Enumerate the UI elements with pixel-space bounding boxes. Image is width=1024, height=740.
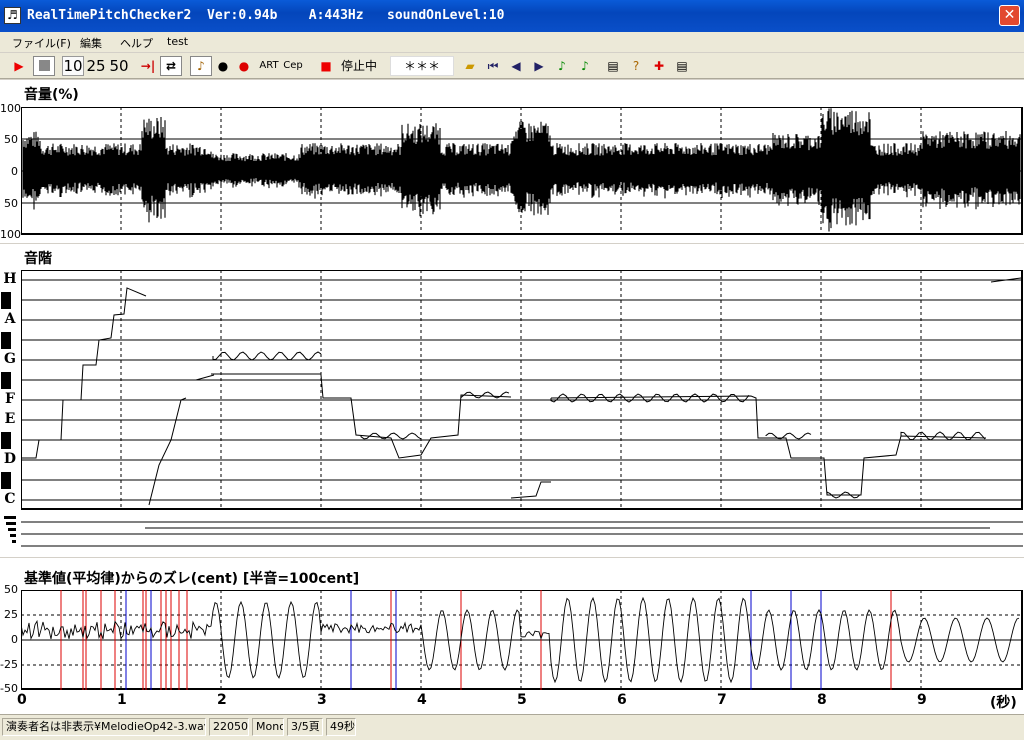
note-label: C (4, 491, 16, 507)
time-tick-label: 7 (717, 692, 727, 708)
time-tick-label: 9 (917, 692, 927, 708)
scale-panel: 音階 H A G F E D C (0, 244, 1024, 557)
art-button[interactable]: ART (258, 56, 280, 76)
menu-edit[interactable]: 編集 (80, 35, 102, 51)
strip-tick (12, 540, 16, 543)
time-tick-label: 5 (517, 692, 527, 708)
player-red-icon[interactable]: ● (234, 56, 254, 76)
status-file: 演奏者名は非表示¥MelodieOp42-3.wav (2, 718, 206, 736)
strip-tick (6, 522, 16, 525)
pitch-trace-plot (21, 270, 1023, 510)
stop-square-icon[interactable] (33, 56, 55, 76)
cent-y-label: -25 (0, 658, 18, 671)
status-sample-rate: 22050 (209, 718, 249, 736)
cent-y-label: 0 (11, 633, 18, 646)
note-label: D (3, 451, 17, 467)
volume-waveform-plot (21, 107, 1023, 235)
player-black-icon[interactable]: ● (213, 56, 233, 76)
menu-test[interactable]: test (167, 35, 188, 48)
time-tick-label: 8 (817, 692, 827, 708)
open-folder-icon[interactable]: ▰ (460, 56, 480, 76)
note-label: H (3, 271, 17, 287)
menu-help[interactable]: ヘルプ (120, 35, 153, 51)
black-key (1, 432, 11, 449)
black-key (1, 332, 11, 349)
cent-y-label: 25 (4, 608, 18, 621)
strip-tick (10, 534, 16, 537)
marker-icon[interactable]: ✚ (649, 56, 669, 76)
violin-icon[interactable]: ♪ (190, 56, 212, 76)
status-stopped-label: 停止中 (340, 59, 377, 73)
menu-bar: ファイル(F) 編集 ヘルプ test (0, 32, 1024, 52)
status-bar: 演奏者名は非表示¥MelodieOp42-3.wav 22050 Mono 3/… (0, 714, 1024, 740)
help-icon[interactable]: ? (626, 56, 646, 76)
jump-to-end-icon[interactable]: →| (137, 56, 159, 76)
black-key (1, 372, 11, 389)
record-stop-icon[interactable]: ■ (316, 56, 336, 76)
toolbar: ▶ 10 25 50 →| ⇄ ♪ ● ● ART Cep ■ 停止中 ＊＊＊ … (0, 53, 1024, 79)
note-label: A (4, 311, 16, 327)
time-axis: 0 1 2 3 4 5 6 7 8 9 (秒) (0, 692, 1024, 712)
volume-y-label: 0 (11, 165, 18, 178)
status-page: 3/5頁 (287, 718, 323, 736)
skip-start-icon[interactable]: ⏮ (483, 56, 503, 76)
step-back-icon[interactable]: ◀ (506, 56, 526, 76)
title-bar: ♬ RealTimePitchChecker2 Ver:0.94b A:443H… (0, 0, 1024, 32)
time-tick-label: 0 (17, 692, 27, 708)
strip-tick (4, 516, 16, 519)
volume-y-label: 50 (4, 197, 18, 210)
menu-file[interactable]: ファイル(F) (12, 35, 71, 51)
note-green-icon[interactable]: ♪ (552, 56, 572, 76)
play-icon[interactable]: ▶ (8, 56, 30, 76)
zoom-10-button[interactable]: 10 (62, 56, 84, 76)
strip-tick (8, 528, 16, 531)
cep-button[interactable]: Cep (282, 56, 304, 76)
time-tick-label: 4 (417, 692, 427, 708)
status-channels: Mono (252, 718, 284, 736)
cent-y-label: 50 (4, 583, 18, 596)
cent-deviation-plot (21, 590, 1023, 690)
close-button[interactable]: ✕ (999, 5, 1020, 26)
scale-panel-title: 音階 (24, 251, 52, 267)
black-key (1, 292, 11, 309)
time-tick-label: 6 (617, 692, 627, 708)
time-tick-label: 1 (117, 692, 127, 708)
note-label: F (5, 391, 15, 407)
volume-y-label: 100 (0, 228, 21, 241)
black-key (1, 472, 11, 489)
status-duration: 49秒 (326, 718, 356, 736)
time-tick-label: 2 (217, 692, 227, 708)
note-display: ＊＊＊ (390, 56, 454, 76)
time-unit-label: (秒) (990, 695, 1017, 711)
note-green-alt-icon[interactable]: ♪ (575, 56, 595, 76)
zoom-50-button[interactable]: 50 (108, 56, 130, 76)
printer-alt-icon[interactable]: ▤ (672, 56, 692, 76)
volume-y-label: 50 (4, 133, 18, 146)
note-label: G (4, 351, 16, 367)
zoom-25-button[interactable]: 25 (85, 56, 107, 76)
loop-icon[interactable]: ⇄ (160, 56, 182, 76)
printer-icon[interactable]: ▤ (603, 56, 623, 76)
volume-y-label: 100 (0, 102, 21, 115)
octave-strip (4, 512, 1023, 555)
window-title: RealTimePitchChecker2 Ver:0.94b A:443Hz … (27, 8, 505, 23)
deviation-panel: 基準値(平均律)からのズレ(cent) [半音=100cent] 50 25 0… (0, 558, 1024, 714)
app-tuning-fork-icon: ♬ (4, 7, 21, 24)
time-tick-label: 3 (317, 692, 327, 708)
volume-panel: 音量(%) 100 50 0 50 100 (0, 80, 1024, 243)
step-forward-icon[interactable]: ▶ (529, 56, 549, 76)
volume-panel-title: 音量(%) (24, 87, 79, 103)
plot-frame (21, 270, 1023, 510)
deviation-panel-title: 基準値(平均律)からのズレ(cent) [半音=100cent] (24, 571, 360, 587)
note-label: E (4, 411, 16, 427)
